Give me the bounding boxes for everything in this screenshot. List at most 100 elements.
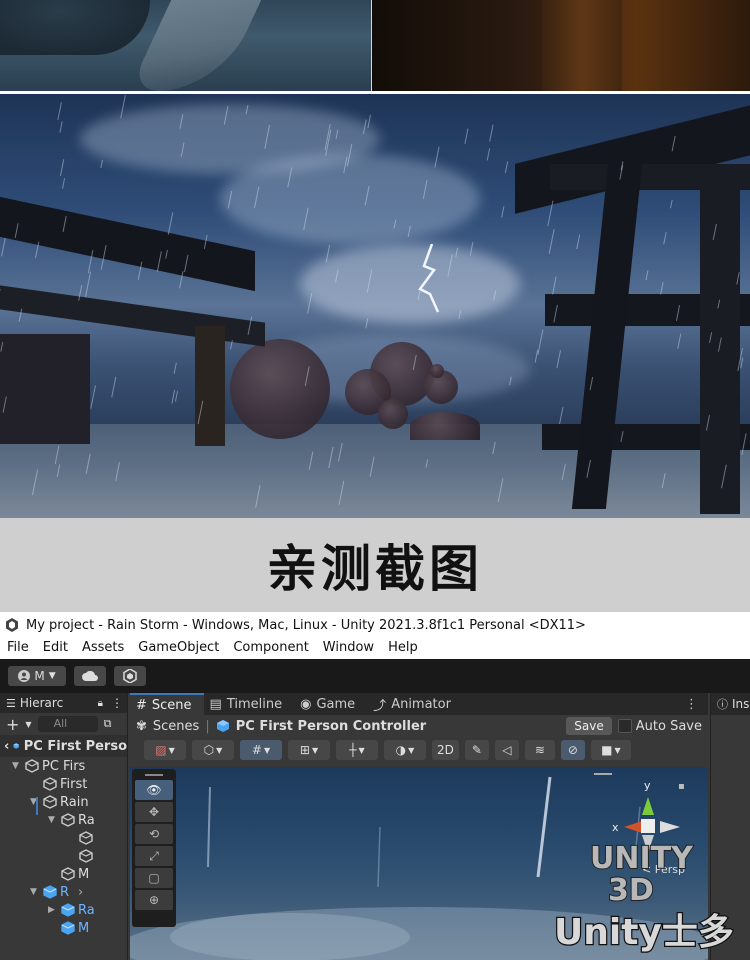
scene-tabs: # Scene ▤ Timeline ◉ Game ⤴ Animator ⋮ [130,693,708,715]
rect-tool-button[interactable]: ▢ [135,868,173,888]
chevron-left-icon[interactable]: ‹ [4,739,9,754]
menu-help[interactable]: Help [381,640,425,655]
hierarchy-row[interactable]: ▼ Rain [0,793,127,811]
hierarchy-breadcrumb[interactable]: ‹ PC First Perso [0,735,127,757]
unity-store-watermark: UNITY 3D Unity士多 [553,840,735,954]
transform-tool-button[interactable]: ⊕ [135,890,173,910]
draw-mode-dropdown[interactable]: ▨ ▼ [144,740,186,760]
rain-drop [407,226,411,238]
tab-animator-label: Animator [391,696,451,712]
tab-game-label: Game [316,696,356,712]
tab-scene[interactable]: # Scene [130,693,204,715]
rain-drop [120,95,126,119]
menu-gameobject[interactable]: GameObject [131,640,226,655]
scenes-crumb[interactable]: Scenes [153,719,199,734]
gameobject-cube-icon [79,849,93,863]
effects-dropdown[interactable]: ≋ [524,740,555,760]
rotate-tool-button[interactable]: ⟲ [135,824,173,844]
rain-drop [741,433,747,455]
view-tool-button[interactable]: 👁︎ [135,780,173,800]
chevron-down-icon[interactable]: ▼ [12,761,22,771]
rain-drop [559,406,564,425]
snap-dropdown[interactable]: ⊞ ▼ [288,740,330,760]
hierarchy-row[interactable] [0,847,127,865]
chevron-down-icon: ▼ [358,745,365,755]
cloud-button[interactable] [74,666,106,686]
gizmo-center [641,819,655,833]
hierarchy-search-input[interactable]: All [37,716,98,732]
more-icon[interactable]: ⋮ [107,696,127,710]
rain-drop [56,464,61,477]
visibility-toggle[interactable]: ⊘ [560,740,585,760]
audio-toggle[interactable]: ◁ [494,740,519,760]
auto-save-toggle[interactable]: Auto Save [617,719,702,734]
menu-edit[interactable]: Edit [36,640,75,655]
scale-tool-button[interactable]: ⤢ [135,846,173,866]
eye-icon: 👁︎ [146,783,162,797]
chevron-right-icon[interactable]: › [78,885,83,900]
move-tool-button[interactable]: ✥ [135,802,173,822]
shading-mode-dropdown[interactable]: ◑ ▼ [384,740,426,760]
hierarchy-row[interactable]: M [0,919,127,937]
menu-assets[interactable]: Assets [75,640,131,655]
account-dropdown[interactable]: M ▼ [8,666,66,686]
chevron-down-icon[interactable]: ▼ [30,797,40,807]
rotate-icon: ⟲ [148,827,160,841]
rain-drop [303,207,309,230]
tab-timeline[interactable]: ▤ Timeline [204,693,295,715]
save-button[interactable]: Save [566,717,612,735]
hierarchy-row[interactable]: First [0,775,127,793]
hierarchy-tree: ▼ PC Firs First ▼ Rain ▼ Ra M ▼ R › ▶ Ra M [0,757,127,937]
hierarchy-row[interactable] [0,829,127,847]
hierarchy-row[interactable]: ▼ Ra [0,811,127,829]
camera-dropdown[interactable]: ■ ▼ [590,740,631,760]
rain-drop [18,308,23,322]
rain-drop [156,251,162,272]
rain-drop [137,261,143,280]
chevron-down-icon[interactable]: ▼ [48,815,58,825]
rain-drop [365,318,369,329]
lighting-toggle[interactable]: ✎ [464,740,489,760]
menu-file[interactable]: File [0,640,36,655]
services-button[interactable] [114,666,146,686]
auto-save-checkbox[interactable] [617,719,632,733]
hierarchy-tab[interactable]: ☰ Hierarc 🔒︎ ⋮ [0,693,127,713]
gizmo-mode-dropdown[interactable]: ⬡ ▼ [192,740,234,760]
rain-drop [576,234,581,250]
animator-icon: ⤴ [373,698,387,714]
rain-drop [264,124,271,149]
hierarchy-row[interactable]: ▶ Ra [0,901,127,919]
watermark-line2: 3D [608,873,654,908]
chevron-down-icon[interactable]: ▼ [30,887,40,897]
menu-window[interactable]: Window [316,640,381,655]
main-toolbar: M ▼ [0,659,750,693]
increment-snap-dropdown[interactable]: ┼ ▼ [336,740,378,760]
hierarchy-row[interactable]: M [0,865,127,883]
overlay-handle[interactable] [135,772,173,778]
rain-drop [712,223,717,240]
current-prefab-crumb[interactable]: PC First Person Controller [236,719,426,734]
hierarchy-row[interactable]: ▼ PC Firs [0,757,127,775]
rain-drop [740,357,744,369]
top-right-scene [372,0,750,91]
transform-icon: ⊕ [148,893,160,907]
tab-animator[interactable]: ⤴ Animator [367,693,463,715]
hierarchy-row-label: PC Firs [42,758,86,774]
hierarchy-row[interactable]: ▼ R › [0,883,127,901]
plus-icon[interactable]: + [6,715,19,734]
rain-drop [35,241,40,259]
2d-toggle-button[interactable]: 2D [432,740,459,760]
grid-snap-dropdown[interactable]: # ▼ [240,740,282,760]
menu-component[interactable]: Component [226,640,315,655]
inspector-tab[interactable]: ⓘ Ins [711,693,750,715]
watermark-line3: Unity士多 [554,912,734,953]
tab-game[interactable]: ◉ Game [294,693,367,715]
rain-drop [0,341,4,352]
scene-filter-icon[interactable]: ⧉ [104,717,112,731]
lock-icon[interactable]: 🔒︎ [98,698,103,709]
rain-drop [663,231,667,245]
more-icon[interactable]: ⋮ [675,697,708,712]
chevron-down-icon[interactable]: ▼ [25,720,31,729]
chevron-right-icon[interactable]: ▶ [48,905,58,915]
shading-icon: ▨ [155,743,167,757]
